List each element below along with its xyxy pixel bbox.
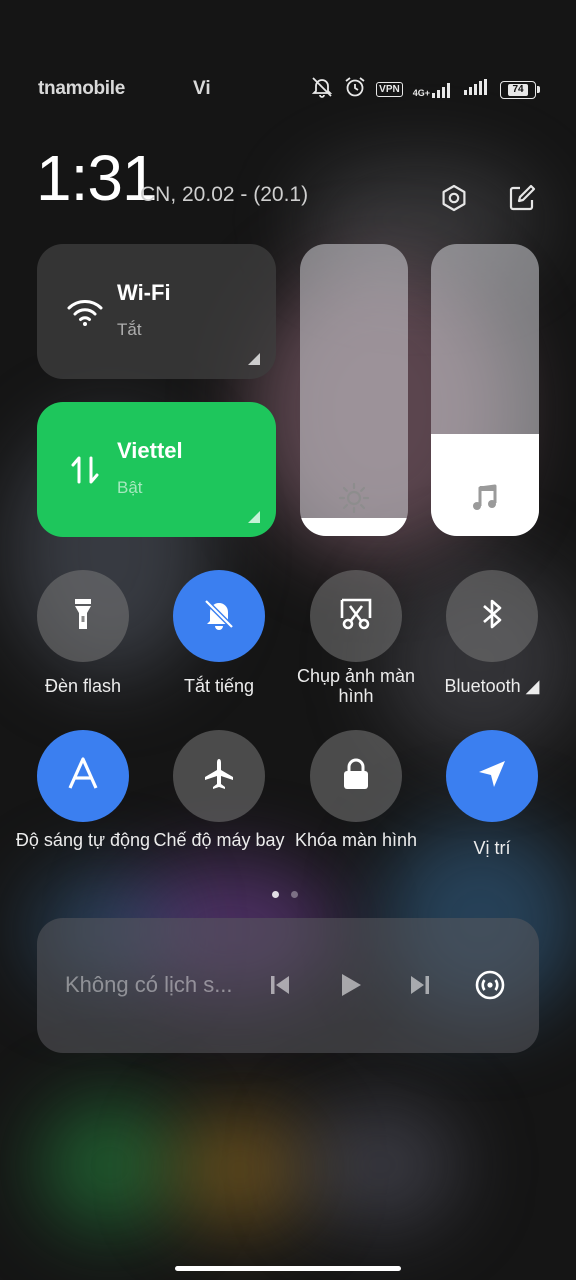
flashlight-icon (68, 596, 98, 637)
battery-icon: 74 (500, 80, 540, 99)
toggle-label: Chế độ máy bay (153, 830, 285, 850)
music-note-icon (469, 482, 501, 514)
wifi-icon (65, 292, 105, 332)
status-bar: tnamobile Vi VPN 4G+ 74 (0, 74, 576, 104)
brightness-icon (338, 482, 370, 514)
toggle-label: Độ sáng tự động (15, 830, 151, 850)
page-indicator (272, 891, 298, 898)
toggle-screenshot[interactable]: Chụp ảnh màn hình (286, 570, 426, 706)
brightness-level (300, 518, 408, 536)
bluetooth-icon (477, 596, 507, 637)
toggle-label: Đèn flash (44, 676, 122, 696)
toggle-label: Vị trí (473, 838, 511, 858)
signal-icon-1: 4G+ (413, 82, 454, 98)
previous-icon[interactable] (263, 968, 297, 1002)
wifi-tile[interactable]: Wi-Fi Tắt (37, 244, 276, 379)
carrier-name: tnamobile (38, 78, 126, 99)
toggle-circle[interactable] (446, 570, 538, 662)
toggle-circle[interactable] (173, 730, 265, 822)
toggle-circle[interactable] (310, 730, 402, 822)
lock-icon (340, 756, 372, 797)
toggle-silent[interactable]: Tắt tiếng (149, 570, 289, 696)
toggle-flashlight[interactable]: Đèn flash (13, 570, 153, 696)
toggle-circle[interactable] (446, 730, 538, 822)
network-type: 4G+ (412, 87, 430, 98)
toggle-label: Chụp ảnh màn hình (296, 666, 416, 706)
screenshot-icon (338, 596, 374, 637)
toggle-bluetooth[interactable]: Bluetooth ◢ (422, 570, 562, 696)
toggle-lock-screen[interactable]: Khóa màn hình (286, 730, 426, 850)
toggle-label: Bluetooth ◢ (444, 676, 540, 696)
volume-slider[interactable] (431, 244, 539, 536)
page-dot[interactable] (272, 891, 279, 898)
cast-icon[interactable] (473, 968, 507, 1002)
clock: 1:31 (36, 142, 158, 214)
airplane-icon (201, 756, 237, 797)
toggle-auto-brightness[interactable]: Độ sáng tự động (13, 730, 153, 850)
bell-off-icon (201, 596, 237, 637)
location-icon (474, 756, 510, 797)
toggle-circle[interactable] (173, 570, 265, 662)
expand-corner-icon[interactable] (248, 353, 260, 365)
toggle-label: Tắt tiếng (183, 676, 255, 696)
toggle-location[interactable]: Vị trí (422, 730, 562, 858)
mobile-data-tile[interactable]: Viettel Bật (37, 402, 276, 537)
wifi-status: Tắt (117, 320, 142, 339)
carrier-name-2: Vi (193, 78, 211, 99)
home-indicator[interactable] (175, 1266, 401, 1271)
edit-icon[interactable] (504, 180, 540, 216)
toggle-circle[interactable] (37, 730, 129, 822)
media-title: Không có lịch s... (65, 972, 233, 997)
data-transfer-icon (65, 450, 105, 490)
page-dot[interactable] (291, 891, 298, 898)
toggle-circle[interactable] (37, 570, 129, 662)
toggle-label: Khóa màn hình (294, 830, 418, 850)
battery-level: 74 (508, 83, 528, 96)
next-icon[interactable] (403, 968, 437, 1002)
vpn-badge: VPN (376, 82, 403, 97)
play-icon[interactable] (333, 968, 367, 1002)
toggle-airplane[interactable]: Chế độ máy bay (149, 730, 289, 850)
mobile-data-status: Bật (117, 478, 143, 497)
settings-icon[interactable] (436, 180, 472, 216)
alarm-icon (344, 76, 366, 103)
silent-icon (310, 76, 334, 103)
media-player: Không có lịch s... (37, 918, 539, 1053)
auto-brightness-icon (65, 756, 101, 797)
expand-corner-icon[interactable] (248, 511, 260, 523)
brightness-slider[interactable] (300, 244, 408, 536)
signal-icon-2 (464, 79, 490, 100)
date-label: CN, 20.02 - (20.1) (140, 183, 309, 206)
carrier-title: Viettel (117, 438, 183, 463)
toggle-circle[interactable] (310, 570, 402, 662)
wifi-title: Wi-Fi (117, 280, 171, 305)
